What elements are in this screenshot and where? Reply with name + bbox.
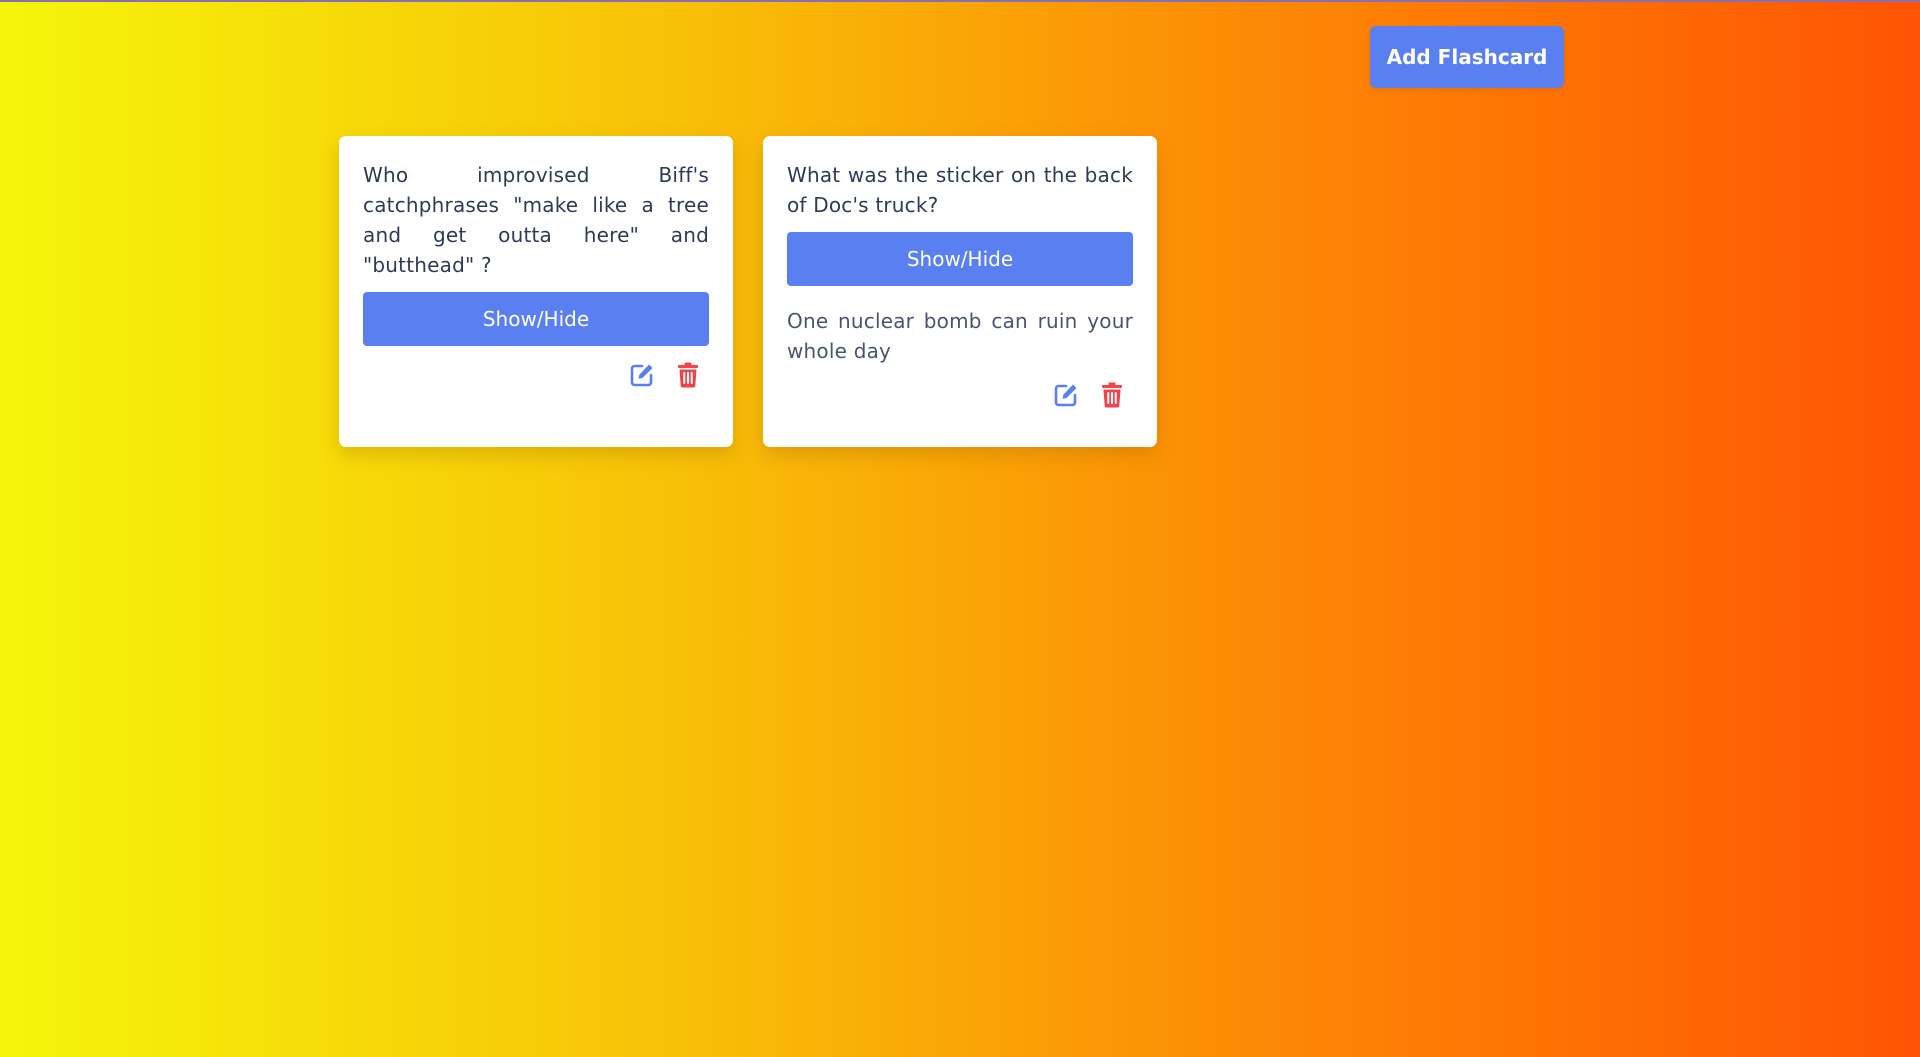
flashcard-answer: One nuclear bomb can ruin your whole day — [787, 309, 1133, 363]
flashcard-question: What was the sticker on the back of Doc'… — [787, 163, 1133, 217]
flashcard: What was the sticker on the back of Doc'… — [763, 136, 1157, 447]
trash-icon[interactable] — [1099, 382, 1125, 408]
flashcard-actions — [363, 362, 709, 388]
add-flashcard-button[interactable]: Add Flashcard — [1370, 26, 1564, 88]
trash-icon[interactable] — [675, 362, 701, 388]
top-border — [0, 0, 1920, 2]
show-hide-button[interactable]: Show/Hide — [363, 292, 709, 346]
flashcard-question: Who improvised Biff's catchphrases "make… — [363, 163, 709, 277]
show-hide-button[interactable]: Show/Hide — [787, 232, 1133, 286]
flashcard: Who improvised Biff's catchphrases "make… — [339, 136, 733, 447]
edit-icon[interactable] — [1053, 382, 1079, 408]
flashcard-actions — [787, 382, 1133, 408]
edit-icon[interactable] — [629, 362, 655, 388]
